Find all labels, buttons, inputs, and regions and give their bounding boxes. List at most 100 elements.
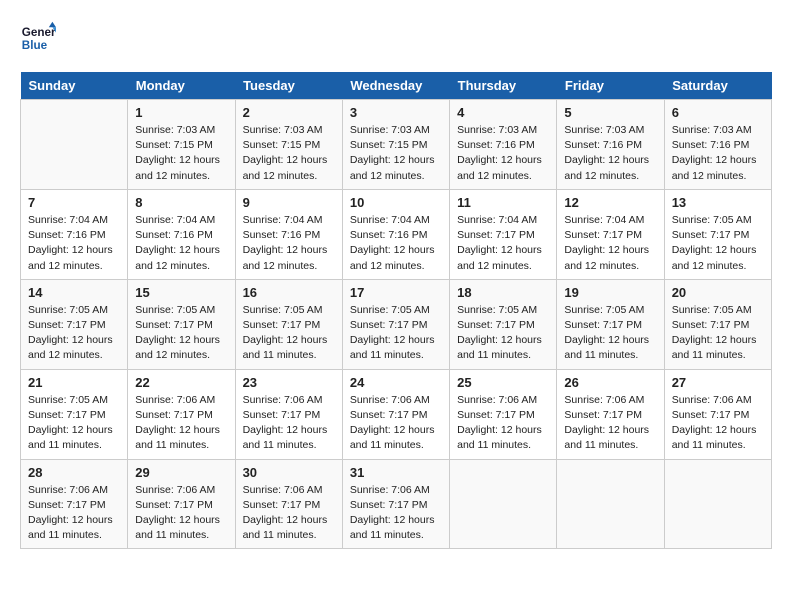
day-info: Sunrise: 7:03 AMSunset: 7:15 PMDaylight:… [135,123,227,184]
day-info: Sunrise: 7:05 AMSunset: 7:17 PMDaylight:… [28,393,120,454]
day-number: 2 [243,105,335,120]
day-info: Sunrise: 7:06 AMSunset: 7:17 PMDaylight:… [672,393,764,454]
calendar-week-row: 28 Sunrise: 7:06 AMSunset: 7:17 PMDayligh… [21,459,772,549]
weekday-header-tuesday: Tuesday [235,72,342,100]
day-number: 28 [28,465,120,480]
calendar-cell: 15 Sunrise: 7:05 AMSunset: 7:17 PMDayligh… [128,279,235,369]
calendar-cell: 10 Sunrise: 7:04 AMSunset: 7:16 PMDayligh… [342,189,449,279]
day-number: 13 [672,195,764,210]
calendar-cell: 28 Sunrise: 7:06 AMSunset: 7:17 PMDayligh… [21,459,128,549]
day-number: 29 [135,465,227,480]
day-info: Sunrise: 7:04 AMSunset: 7:16 PMDaylight:… [350,213,442,274]
day-number: 25 [457,375,549,390]
calendar-cell: 31 Sunrise: 7:06 AMSunset: 7:17 PMDayligh… [342,459,449,549]
calendar-week-row: 7 Sunrise: 7:04 AMSunset: 7:16 PMDaylight… [21,189,772,279]
day-number: 14 [28,285,120,300]
calendar-header-row: SundayMondayTuesdayWednesdayThursdayFrid… [21,72,772,100]
day-info: Sunrise: 7:06 AMSunset: 7:17 PMDaylight:… [243,483,335,544]
day-number: 21 [28,375,120,390]
day-info: Sunrise: 7:05 AMSunset: 7:17 PMDaylight:… [350,303,442,364]
calendar-cell: 23Sunrise: 7:06 AMSunset: 7:17 PMDayligh… [235,369,342,459]
day-number: 20 [672,285,764,300]
calendar-cell: 25Sunrise: 7:06 AMSunset: 7:17 PMDayligh… [450,369,557,459]
page-header: General Blue [20,20,772,56]
calendar-week-row: 1 Sunrise: 7:03 AMSunset: 7:15 PMDaylight… [21,100,772,190]
calendar-cell [557,459,664,549]
day-info: Sunrise: 7:06 AMSunset: 7:17 PMDaylight:… [350,483,442,544]
weekday-header-friday: Friday [557,72,664,100]
svg-text:General: General [22,26,56,39]
day-info: Sunrise: 7:06 AMSunset: 7:17 PMDaylight:… [28,483,120,544]
day-info: Sunrise: 7:06 AMSunset: 7:17 PMDaylight:… [564,393,656,454]
calendar-cell: 6Sunrise: 7:03 AMSunset: 7:16 PMDaylight… [664,100,771,190]
calendar-cell: 27Sunrise: 7:06 AMSunset: 7:17 PMDayligh… [664,369,771,459]
calendar-cell: 13 Sunrise: 7:05 AMSunset: 7:17 PMDayligh… [664,189,771,279]
day-info: Sunrise: 7:06 AMSunset: 7:17 PMDaylight:… [350,393,442,454]
calendar-week-row: 14 Sunrise: 7:05 AMSunset: 7:17 PMDayligh… [21,279,772,369]
day-info: Sunrise: 7:03 AMSunset: 7:16 PMDaylight:… [564,123,656,184]
day-info: Sunrise: 7:05 AMSunset: 7:17 PMDaylight:… [243,303,335,364]
day-number: 18 [457,285,549,300]
weekday-header-wednesday: Wednesday [342,72,449,100]
calendar-table: SundayMondayTuesdayWednesdayThursdayFrid… [20,72,772,549]
calendar-cell: 30 Sunrise: 7:06 AMSunset: 7:17 PMDayligh… [235,459,342,549]
day-number: 17 [350,285,442,300]
calendar-cell: 22 Sunrise: 7:06 AMSunset: 7:17 PMDayligh… [128,369,235,459]
day-info: Sunrise: 7:05 AMSunset: 7:17 PMDaylight:… [672,303,764,364]
calendar-cell: 11Sunrise: 7:04 AMSunset: 7:17 PMDayligh… [450,189,557,279]
day-number: 19 [564,285,656,300]
day-number: 26 [564,375,656,390]
weekday-header-sunday: Sunday [21,72,128,100]
day-info: Sunrise: 7:06 AMSunset: 7:17 PMDaylight:… [135,483,227,544]
day-info: Sunrise: 7:06 AMSunset: 7:17 PMDaylight:… [135,393,227,454]
day-number: 15 [135,285,227,300]
day-info: Sunrise: 7:03 AMSunset: 7:16 PMDaylight:… [457,123,549,184]
day-info: Sunrise: 7:03 AMSunset: 7:16 PMDaylight:… [672,123,764,184]
calendar-cell: 8Sunrise: 7:04 AMSunset: 7:16 PMDaylight… [128,189,235,279]
day-number: 22 [135,375,227,390]
day-number: 11 [457,195,549,210]
calendar-cell [450,459,557,549]
logo: General Blue [20,20,62,56]
calendar-cell: 26 Sunrise: 7:06 AMSunset: 7:17 PMDayligh… [557,369,664,459]
day-number: 30 [243,465,335,480]
day-info: Sunrise: 7:06 AMSunset: 7:17 PMDaylight:… [243,393,335,454]
calendar-cell: 20 Sunrise: 7:05 AMSunset: 7:17 PMDayligh… [664,279,771,369]
day-info: Sunrise: 7:03 AMSunset: 7:15 PMDaylight:… [243,123,335,184]
calendar-cell [664,459,771,549]
logo-icon: General Blue [20,20,56,56]
calendar-week-row: 21 Sunrise: 7:05 AMSunset: 7:17 PMDayligh… [21,369,772,459]
calendar-cell: 5 Sunrise: 7:03 AMSunset: 7:16 PMDaylight… [557,100,664,190]
day-number: 5 [564,105,656,120]
day-number: 24 [350,375,442,390]
calendar-cell: 3Sunrise: 7:03 AMSunset: 7:15 PMDaylight… [342,100,449,190]
day-number: 1 [135,105,227,120]
day-info: Sunrise: 7:04 AMSunset: 7:16 PMDaylight:… [243,213,335,274]
day-info: Sunrise: 7:05 AMSunset: 7:17 PMDaylight:… [28,303,120,364]
calendar-cell [21,100,128,190]
calendar-cell: 12 Sunrise: 7:04 AMSunset: 7:17 PMDayligh… [557,189,664,279]
day-info: Sunrise: 7:03 AMSunset: 7:15 PMDaylight:… [350,123,442,184]
day-number: 31 [350,465,442,480]
svg-text:Blue: Blue [22,39,48,52]
calendar-cell: 19 Sunrise: 7:05 AMSunset: 7:17 PMDayligh… [557,279,664,369]
day-info: Sunrise: 7:05 AMSunset: 7:17 PMDaylight:… [135,303,227,364]
day-info: Sunrise: 7:05 AMSunset: 7:17 PMDaylight:… [564,303,656,364]
day-number: 12 [564,195,656,210]
calendar-cell: 14 Sunrise: 7:05 AMSunset: 7:17 PMDayligh… [21,279,128,369]
calendar-cell: 2 Sunrise: 7:03 AMSunset: 7:15 PMDaylight… [235,100,342,190]
calendar-cell: 16 Sunrise: 7:05 AMSunset: 7:17 PMDayligh… [235,279,342,369]
calendar-cell: 1 Sunrise: 7:03 AMSunset: 7:15 PMDaylight… [128,100,235,190]
day-info: Sunrise: 7:05 AMSunset: 7:17 PMDaylight:… [457,303,549,364]
weekday-header-thursday: Thursday [450,72,557,100]
day-number: 7 [28,195,120,210]
calendar-cell: 21 Sunrise: 7:05 AMSunset: 7:17 PMDayligh… [21,369,128,459]
weekday-header-monday: Monday [128,72,235,100]
day-number: 16 [243,285,335,300]
day-number: 8 [135,195,227,210]
day-info: Sunrise: 7:05 AMSunset: 7:17 PMDaylight:… [672,213,764,274]
day-info: Sunrise: 7:04 AMSunset: 7:17 PMDaylight:… [564,213,656,274]
calendar-cell: 9Sunrise: 7:04 AMSunset: 7:16 PMDaylight… [235,189,342,279]
calendar-cell: 17 Sunrise: 7:05 AMSunset: 7:17 PMDayligh… [342,279,449,369]
day-number: 10 [350,195,442,210]
